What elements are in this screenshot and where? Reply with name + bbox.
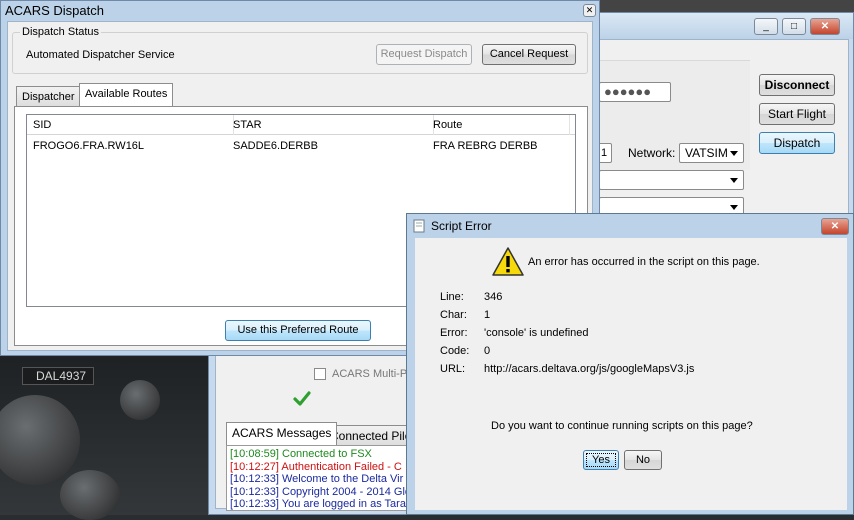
continue-question: Do you want to continue running scripts … xyxy=(491,420,753,432)
use-preferred-route-button[interactable]: Use this Preferred Route xyxy=(225,320,371,341)
field-label: Code: xyxy=(440,345,470,357)
cockpit-panel xyxy=(600,0,854,12)
dispatch-button[interactable]: Dispatch xyxy=(759,132,835,154)
cell-sid: FROGO6.FRA.RW16L xyxy=(33,140,145,152)
cockpit-knob xyxy=(60,470,120,520)
maximize-button[interactable]: □ xyxy=(782,18,806,35)
tab-dispatcher[interactable]: Dispatcher xyxy=(16,86,81,107)
network-label: Network: xyxy=(628,146,676,160)
column-sid[interactable]: SID xyxy=(27,115,234,135)
password-field[interactable]: ●●●●●● xyxy=(599,82,671,102)
cancel-request-button[interactable]: Cancel Request xyxy=(482,44,576,65)
tab-available-routes[interactable]: Available Routes xyxy=(79,83,174,106)
cockpit-knob xyxy=(120,380,160,420)
error-dialog-title: Script Error xyxy=(431,219,492,233)
field-value: 0 xyxy=(484,345,491,357)
field-label: Char: xyxy=(440,309,467,321)
start-flight-button[interactable]: Start Flight xyxy=(759,103,835,125)
service-label: Automated Dispatcher Service xyxy=(26,49,175,61)
table-row[interactable]: FROGO6.FRA.RW16L SADDE6.DERBB FRA REBRG … xyxy=(27,136,575,156)
field-value: 346 xyxy=(484,291,503,303)
dispatch-status-label: Dispatch Status xyxy=(20,26,102,38)
error-message: An error has occurred in the script on t… xyxy=(528,256,760,268)
chevron-down-icon xyxy=(730,205,738,210)
disconnect-button[interactable]: Disconnect xyxy=(759,74,835,96)
field-value: 'console' is undefined xyxy=(484,327,589,339)
column-star[interactable]: STAR xyxy=(227,115,434,135)
no-button[interactable]: No xyxy=(624,450,662,470)
url-value: http://acars.deltava.org/js/googleMapsV3… xyxy=(484,363,695,375)
field-label: Error: xyxy=(440,327,468,339)
request-dispatch-button[interactable]: Request Dispatch xyxy=(376,44,472,65)
dispatch-close-button[interactable]: ✕ xyxy=(583,4,596,17)
routes-grid-header: SID STAR Route xyxy=(27,115,575,135)
page-icon xyxy=(412,219,426,233)
field-value: 1 xyxy=(484,309,491,321)
field-label: URL: xyxy=(440,363,466,375)
column-route[interactable]: Route xyxy=(427,115,570,135)
callsign-display: DAL4937 xyxy=(22,367,94,385)
cell-star: SADDE6.DERBB xyxy=(233,140,318,152)
script-error-dialog: Script Error ✕ An error has occurred in … xyxy=(406,213,854,515)
cockpit-knob xyxy=(0,395,80,485)
yes-button[interactable]: Yes xyxy=(583,450,619,470)
cell-route: FRA REBRG DERBB xyxy=(433,140,538,152)
multi-player-checkbox[interactable] xyxy=(314,368,326,380)
dispatch-title: ACARS Dispatch xyxy=(5,3,104,18)
multi-player-label: ACARS Multi-Pla xyxy=(332,368,416,380)
minimize-button[interactable]: _ xyxy=(754,18,778,35)
field-label: Line: xyxy=(440,291,464,303)
error-dialog-body: An error has occurred in the script on t… xyxy=(415,238,847,510)
tab-acars-messages[interactable]: ACARS Messages xyxy=(226,422,338,445)
network-select[interactable]: VATSIM xyxy=(679,143,744,163)
chevron-down-icon xyxy=(730,178,738,183)
chevron-down-icon xyxy=(730,151,738,156)
aircraft-select[interactable] xyxy=(599,170,744,190)
main-close-button[interactable]: ✕ xyxy=(810,18,840,35)
error-close-button[interactable]: ✕ xyxy=(821,218,849,235)
check-icon xyxy=(292,388,312,408)
network-value: VATSIM xyxy=(685,146,728,160)
warning-icon xyxy=(491,246,525,278)
